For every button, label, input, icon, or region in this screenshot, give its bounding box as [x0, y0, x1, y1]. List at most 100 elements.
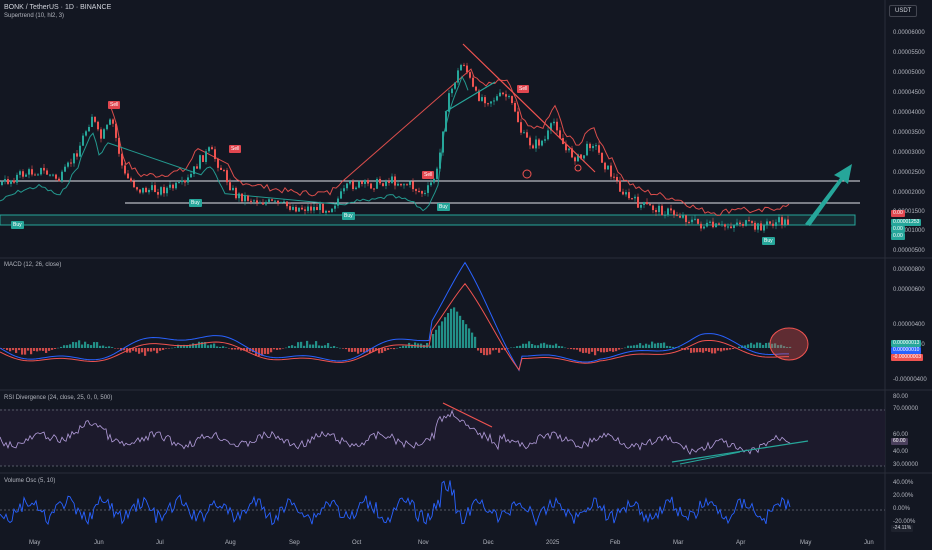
candle: [511, 96, 513, 103]
macd-histogram: [522, 343, 525, 348]
currency-unit-button[interactable]: USDT: [889, 5, 918, 17]
macd-histogram: [81, 344, 84, 348]
candle: [754, 222, 756, 230]
macd-histogram: [465, 324, 468, 348]
macd-histogram: [627, 345, 630, 348]
candle: [718, 223, 720, 225]
candle: [445, 111, 447, 132]
macd-histogram: [21, 348, 24, 355]
candle: [103, 129, 105, 139]
macd-histogram: [435, 329, 438, 348]
macd-histogram: [654, 343, 657, 348]
candle: [784, 219, 786, 225]
candle: [604, 162, 606, 170]
candle: [136, 187, 138, 190]
rsi-band: [0, 409, 885, 466]
candle: [691, 219, 693, 223]
candle: [118, 137, 120, 154]
macd-histogram: [210, 344, 213, 348]
macd-histogram: [45, 348, 48, 353]
candle: [292, 206, 294, 210]
macd-histogram: [111, 347, 114, 348]
candle: [232, 187, 234, 191]
time-label: Jun: [864, 540, 874, 546]
candle: [766, 221, 768, 226]
candle: [595, 145, 597, 147]
macd-histogram: [87, 344, 90, 348]
candle: [241, 193, 243, 202]
macd-histogram: [336, 347, 339, 348]
time-label: Dec: [483, 540, 494, 546]
candle: [649, 204, 651, 206]
rsi-label[interactable]: RSI Divergence (24, close, 25, 0, 0, 500…: [4, 395, 112, 401]
candle: [751, 221, 753, 223]
candle: [688, 222, 690, 224]
macd-histogram: [57, 347, 60, 349]
macd-histogram: [351, 348, 354, 353]
candle: [574, 157, 576, 162]
macd-histogram: [591, 348, 594, 352]
macd-histogram: [531, 344, 534, 348]
candle: [631, 198, 633, 200]
macd-histogram: [582, 348, 585, 354]
candle: [199, 155, 201, 169]
candle: [424, 192, 426, 194]
candle: [781, 217, 783, 225]
macd-histogram: [405, 345, 408, 348]
macd-histogram: [756, 342, 759, 348]
macd-histogram: [549, 344, 552, 348]
macd-histogram: [6, 348, 9, 351]
macd-histogram: [495, 348, 498, 350]
macd-histogram: [624, 347, 627, 349]
macd-histogram: [222, 346, 225, 348]
buy-signal: Buy: [437, 203, 450, 211]
candle: [268, 199, 270, 202]
candle: [13, 180, 15, 183]
macd-histogram: [354, 348, 357, 352]
time-label: Mar: [673, 540, 684, 546]
macd-histogram: [396, 347, 399, 349]
macd-histogram: [450, 308, 453, 348]
macd-histogram: [696, 348, 699, 353]
supertrend-label[interactable]: Supertrend (10, hl2, 3): [4, 13, 64, 19]
volume-osc-label[interactable]: Volume Osc (5, 10): [4, 478, 55, 484]
macd-histogram: [753, 344, 756, 348]
candle: [259, 202, 261, 204]
macd-histogram: [570, 348, 573, 350]
macd-histogram: [636, 344, 639, 348]
macd-histogram: [345, 348, 348, 350]
candle: [316, 206, 318, 211]
macd-histogram: [63, 345, 66, 348]
macd-histogram: [759, 342, 762, 348]
candle: [79, 145, 81, 157]
background: [0, 0, 932, 550]
macd-histogram: [615, 348, 618, 352]
candle: [37, 174, 39, 176]
candle: [385, 181, 387, 186]
macd-histogram: [18, 348, 21, 351]
macd-histogram: [348, 348, 351, 352]
macd-histogram: [306, 340, 309, 348]
macd-histogram: [516, 346, 519, 348]
macd-histogram: [720, 348, 723, 352]
candle: [124, 165, 126, 174]
candle: [697, 218, 699, 224]
sell-signal: Sell: [517, 85, 530, 93]
macd-histogram: [42, 348, 45, 351]
candle: [313, 206, 315, 211]
macd-histogram: [492, 348, 495, 351]
candle: [334, 205, 336, 209]
rsi-axis-label: 40.00: [893, 449, 909, 455]
trading-chart[interactable]: [0, 0, 932, 550]
candle: [394, 176, 396, 186]
macd-histogram: [135, 348, 138, 352]
macd-histogram: [270, 348, 273, 353]
macd-histogram: [312, 344, 315, 348]
macd-histogram: [528, 341, 531, 348]
macd-histogram: [660, 343, 663, 348]
candle: [616, 177, 618, 181]
candle: [493, 100, 495, 102]
macd-label[interactable]: MACD (12, 26, close): [4, 262, 61, 268]
macd-histogram: [699, 348, 702, 353]
candle: [469, 72, 471, 78]
